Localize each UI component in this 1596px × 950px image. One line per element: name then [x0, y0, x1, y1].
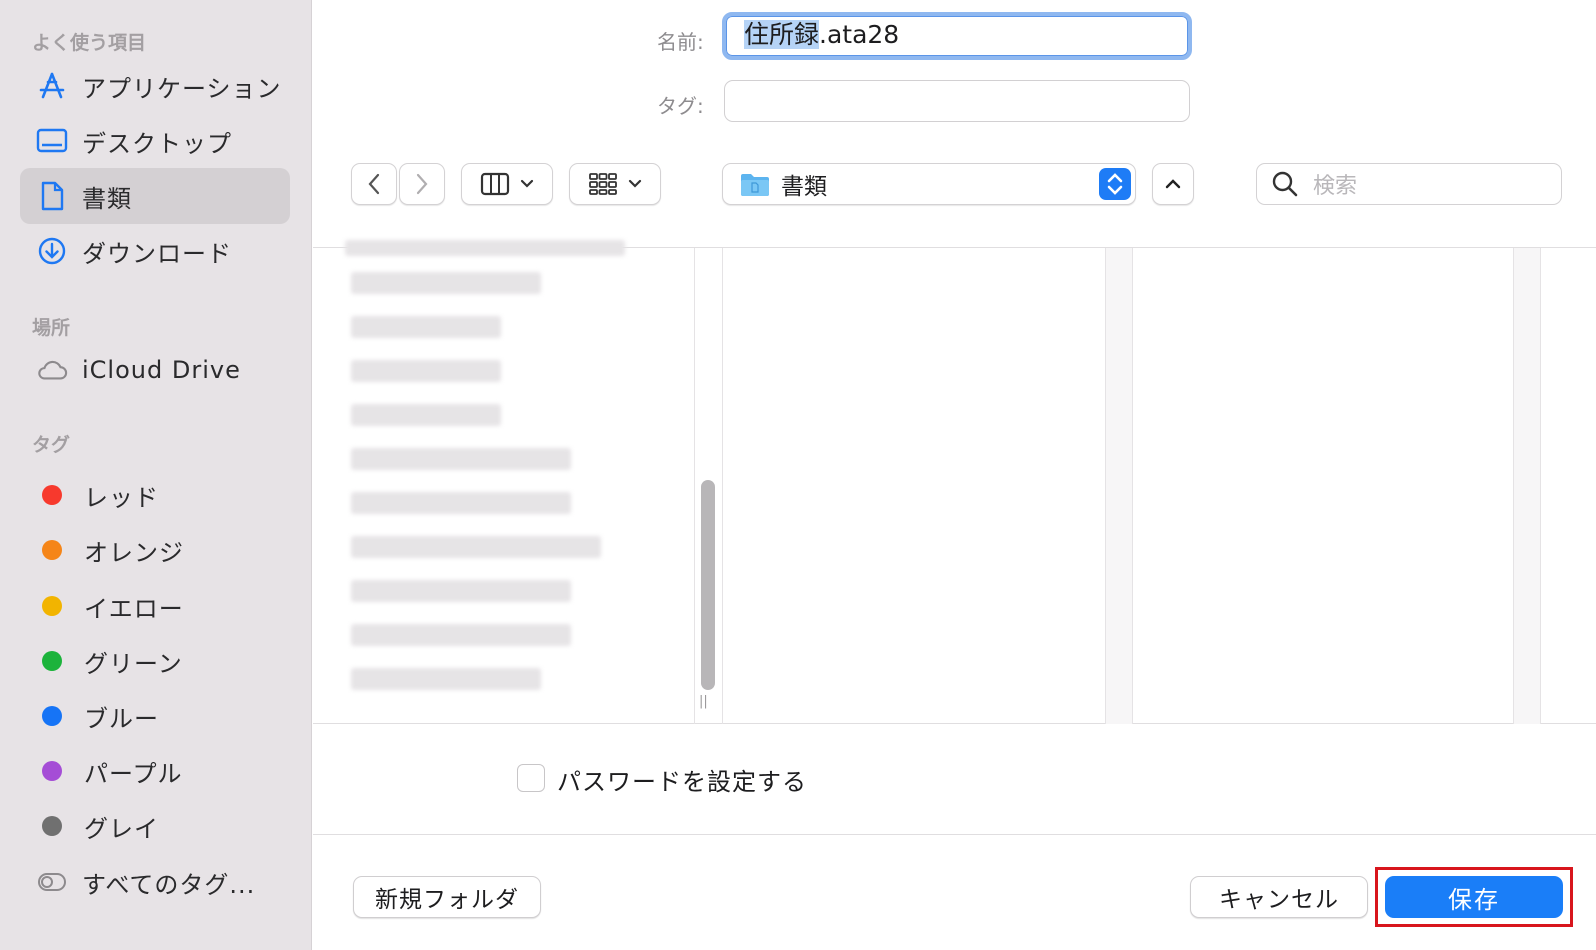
password-checkbox[interactable] — [517, 764, 545, 792]
column-divider — [1513, 248, 1541, 724]
sidebar-tag-blue[interactable]: ブルー — [20, 688, 290, 744]
up-down-arrows-icon — [1099, 168, 1131, 200]
blue-tag-dot-icon — [42, 706, 62, 726]
collapse-button[interactable] — [1152, 163, 1194, 205]
sidebar-item-label: すべてのタグ... — [82, 870, 256, 899]
list-item[interactable] — [345, 240, 625, 256]
sidebar-item-label: パープル — [84, 759, 183, 788]
footer-divider — [313, 834, 1596, 835]
sidebar-tag-green[interactable]: グリーン — [20, 633, 290, 689]
list-item[interactable] — [351, 448, 571, 470]
back-button[interactable] — [351, 163, 397, 205]
sidebar-tag-red[interactable]: レッド — [20, 467, 290, 523]
orange-tag-dot-icon — [42, 540, 62, 560]
red-tag-dot-icon — [42, 485, 62, 505]
location-label: 書類 — [781, 174, 827, 200]
chevron-right-icon — [416, 173, 428, 195]
sidebar-item-desktop[interactable]: デスクトップ — [20, 113, 290, 169]
cancel-button[interactable]: キャンセル — [1190, 876, 1368, 918]
sidebar-item-label: レッド — [84, 483, 159, 512]
filename-extension: .ata28 — [819, 20, 900, 49]
scrollbar-thumb[interactable] — [701, 480, 715, 690]
list-item[interactable] — [351, 580, 571, 602]
sidebar-item-label: アプリケーション — [82, 74, 282, 103]
group-view-button[interactable] — [569, 163, 661, 205]
column-divider — [722, 248, 723, 724]
sidebar-tag-yellow[interactable]: イエロー — [20, 578, 290, 634]
sidebar-item-documents[interactable]: 書類 — [20, 168, 290, 224]
yellow-tag-dot-icon — [42, 596, 62, 616]
sidebar-item-applications[interactable]: アプリケーション — [20, 58, 290, 114]
document-icon — [36, 180, 68, 212]
filename-selected-text: 住所録 — [744, 20, 820, 49]
search-icon — [1272, 171, 1298, 197]
list-item[interactable] — [351, 404, 501, 426]
forward-button[interactable] — [399, 163, 445, 205]
desktop-icon — [36, 125, 68, 157]
column-view-icon — [480, 172, 510, 196]
list-item[interactable] — [351, 624, 571, 646]
list-item[interactable] — [351, 536, 601, 558]
green-tag-dot-icon — [42, 651, 62, 671]
tags-heading: タグ — [32, 434, 71, 456]
filename-input[interactable]: 住所録.ata28 — [722, 12, 1192, 60]
purple-tag-dot-icon — [42, 761, 62, 781]
sidebar-item-label: 書類 — [82, 184, 132, 213]
download-icon — [36, 235, 68, 267]
name-label: 名前: — [657, 30, 704, 54]
tag-label: タグ: — [657, 94, 704, 118]
column-divider — [694, 248, 695, 724]
location-popup[interactable]: 書類 — [722, 163, 1136, 205]
app-store-icon — [36, 70, 68, 102]
folder-icon — [741, 174, 769, 196]
sidebar-item-label: オレンジ — [84, 538, 184, 567]
sidebar-all-tags[interactable]: すべてのタグ... — [20, 854, 290, 910]
sidebar-item-label: グレイ — [84, 814, 159, 843]
all-tags-icon — [36, 866, 68, 898]
list-item[interactable] — [351, 668, 541, 690]
list-item[interactable] — [351, 492, 571, 514]
new-folder-button[interactable]: 新規フォルダ — [353, 876, 541, 918]
list-item[interactable] — [351, 360, 501, 382]
sidebar-item-label: イエロー — [84, 594, 184, 623]
tag-input[interactable] — [724, 80, 1190, 122]
sidebar-tag-purple[interactable]: パープル — [20, 743, 290, 799]
file-browser[interactable]: || — [313, 240, 1596, 724]
chevron-down-icon — [520, 179, 534, 188]
column-divider — [1105, 248, 1133, 724]
search-placeholder: 検索 — [1313, 174, 1358, 199]
annotation-highlight-box — [1375, 867, 1573, 927]
chevron-up-icon — [1165, 179, 1181, 189]
locations-heading: 場所 — [32, 317, 71, 339]
column-view-button[interactable] — [461, 163, 553, 205]
sidebar-tag-gray[interactable]: グレイ — [20, 798, 290, 854]
chevron-left-icon — [368, 173, 380, 195]
cloud-icon — [36, 354, 68, 386]
list-item[interactable] — [351, 272, 541, 294]
search-field[interactable]: 検索 — [1256, 163, 1562, 205]
column-resize-handle[interactable]: || — [699, 694, 708, 709]
sidebar-item-icloud-drive[interactable]: iCloud Drive — [20, 342, 290, 398]
sidebar: よく使う項目 アプリケーション デスクトップ 書類 ダウンロード 場所 iClo… — [0, 0, 312, 950]
sidebar-item-downloads[interactable]: ダウンロード — [20, 223, 290, 279]
grid-view-icon — [589, 173, 617, 195]
password-label: パスワードを設定する — [557, 768, 807, 796]
chevron-down-icon — [628, 179, 642, 188]
sidebar-item-label: iCloud Drive — [82, 356, 241, 384]
list-item[interactable] — [351, 316, 501, 338]
sidebar-item-label: ブルー — [84, 704, 159, 733]
favorites-heading: よく使う項目 — [32, 32, 147, 54]
sidebar-item-label: グリーン — [84, 649, 183, 678]
gray-tag-dot-icon — [42, 816, 62, 836]
sidebar-tag-orange[interactable]: オレンジ — [20, 522, 290, 578]
sidebar-item-label: ダウンロード — [82, 239, 232, 268]
sidebar-item-label: デスクトップ — [82, 129, 232, 158]
